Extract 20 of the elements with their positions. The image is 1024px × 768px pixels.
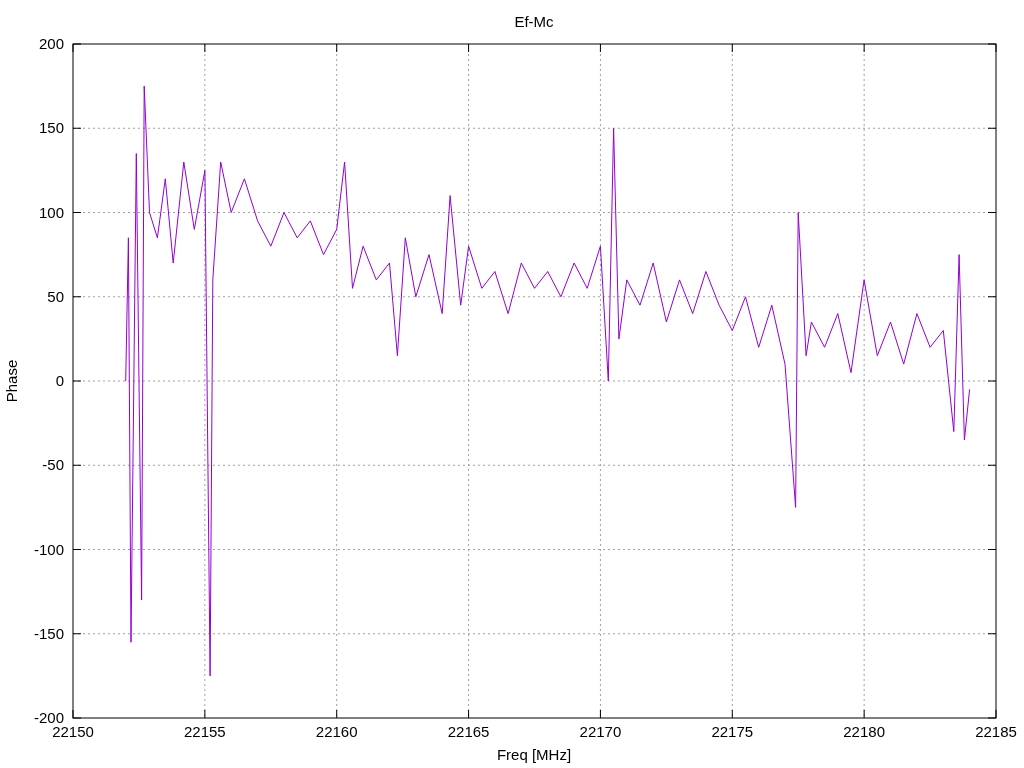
tick-label: -200 — [33, 709, 64, 726]
tick-label: 22160 — [315, 723, 358, 740]
tick-label: -100 — [33, 540, 64, 558]
tick-label: 22165 — [447, 723, 490, 740]
axis-label: Freq [MHz] — [496, 746, 572, 763]
tick-label: 22155 — [184, 723, 226, 740]
tick-label: 22185 — [975, 723, 1017, 740]
tick-label: 100 — [38, 203, 64, 221]
tick-label: -150 — [33, 624, 64, 642]
tick-label: 22150 — [52, 723, 94, 740]
chart-title: Ef-Mc — [514, 13, 554, 30]
tick-label: -50 — [42, 456, 64, 474]
tick-label: 22170 — [579, 723, 622, 740]
tick-label: 0 — [55, 372, 64, 389]
axis-label: Phase — [3, 359, 20, 403]
tick-label: 150 — [38, 119, 64, 137]
tick-label: 22180 — [843, 723, 885, 740]
tick-label: 200 — [38, 35, 64, 52]
tick-label: 50 — [47, 287, 64, 305]
tick-label: 22175 — [711, 723, 754, 740]
